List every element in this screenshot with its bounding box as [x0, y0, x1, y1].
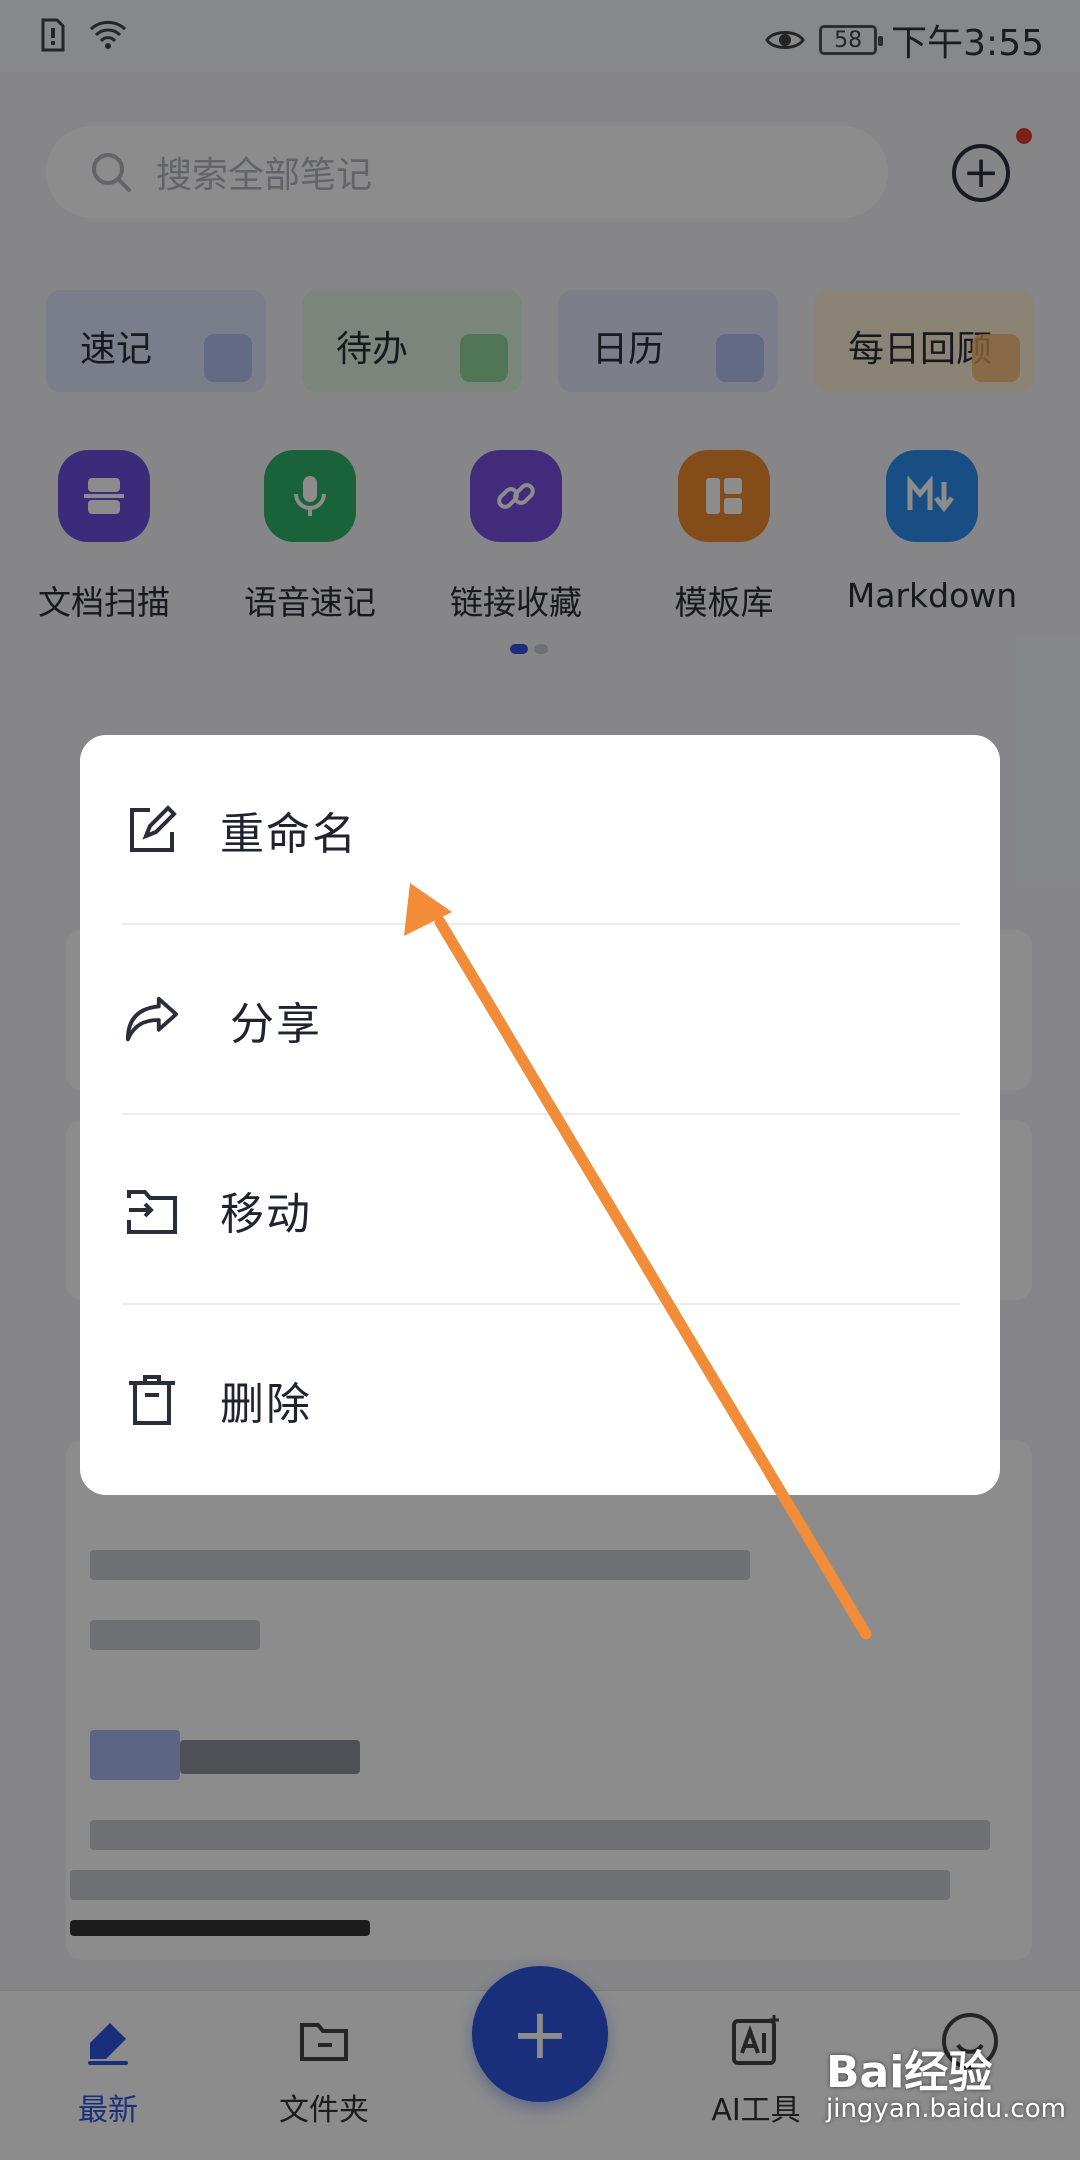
note-context-menu: 重命名 分享 移动 删除	[80, 735, 1000, 1495]
move-folder-icon	[124, 1182, 180, 1238]
menu-item-label: 删除	[220, 1379, 312, 1430]
menu-item-rename[interactable]: 重命名	[80, 735, 1000, 925]
share-icon	[124, 992, 180, 1048]
menu-item-label: 重命名	[220, 809, 358, 860]
menu-item-move[interactable]: 移动	[80, 1115, 1000, 1305]
menu-item-share[interactable]: 分享	[80, 925, 1000, 1115]
watermark-logo: Bai经验 jingyan.baidu.com	[826, 2047, 1066, 2124]
trash-icon	[124, 1372, 180, 1428]
menu-item-label: 分享	[230, 999, 322, 1050]
edit-icon	[124, 802, 180, 858]
menu-item-label: 移动	[220, 1189, 312, 1240]
menu-item-delete[interactable]: 删除	[80, 1305, 1000, 1495]
